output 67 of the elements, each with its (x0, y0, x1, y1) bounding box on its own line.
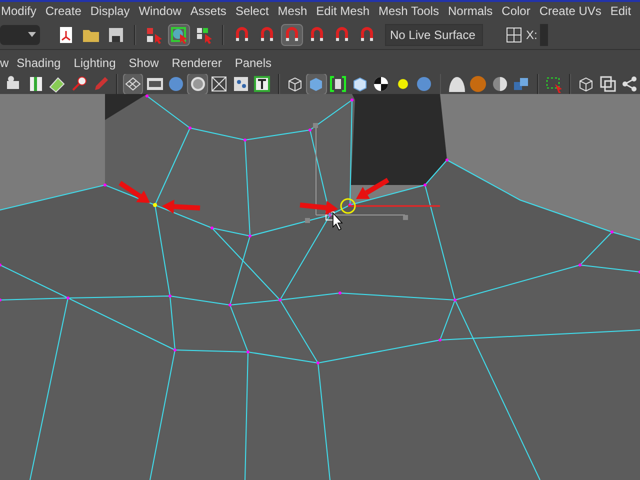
menu-item[interactable]: Edit (606, 2, 636, 20)
menu-item[interactable]: Mesh (273, 2, 312, 20)
hierarchy-icon (145, 26, 163, 44)
checker-ball-icon (372, 75, 390, 93)
tool-button[interactable] (122, 74, 144, 94)
sphere-icon (167, 75, 186, 93)
pointer-arrow (118, 180, 150, 203)
film-icon (146, 75, 164, 93)
tool-button[interactable] (328, 74, 348, 94)
dome-icon (448, 75, 466, 93)
panel-menu-item[interactable]: Shading (16, 54, 74, 72)
cube-outline-icon (577, 75, 596, 93)
menu-item[interactable]: Modify (0, 2, 41, 20)
pointer-arrow (162, 200, 200, 214)
tool-button[interactable] (281, 24, 303, 46)
component-select-icon (195, 26, 213, 44)
menu-item[interactable]: Create (40, 2, 86, 20)
coordinate-field[interactable] (540, 24, 548, 46)
wand-icon (70, 75, 88, 93)
panel-menu-item[interactable]: w (0, 54, 17, 72)
tool-button[interactable] (446, 74, 468, 94)
save-icon (107, 26, 125, 44)
caret-icon (28, 32, 36, 37)
text-tool-icon (253, 75, 272, 93)
menu-item[interactable]: Normals (443, 2, 498, 20)
texture-icon (232, 75, 250, 93)
cube-outline-icon (286, 75, 304, 93)
menu-item[interactable]: Select (230, 2, 274, 20)
magnet-icon (283, 26, 301, 44)
marquee-select-icon (544, 75, 563, 93)
cubes-icon (512, 75, 530, 93)
wireframe-box-icon (210, 75, 228, 93)
snap-icon (505, 26, 523, 44)
menu-item[interactable]: Create UVs (534, 2, 606, 20)
menu-item[interactable]: Edit Mesh (312, 2, 374, 20)
nodes-icon (620, 75, 639, 93)
copy-icon (598, 75, 617, 93)
tool-button[interactable] (252, 74, 273, 94)
menu-item[interactable]: Mesh Tools (374, 2, 444, 20)
panel-menu-item[interactable]: Renderer (172, 54, 235, 72)
cursor-icon (332, 212, 343, 231)
magnet-icon (258, 26, 276, 44)
tool-button[interactable] (598, 74, 618, 94)
ball-icon (469, 75, 488, 93)
document-icon (57, 26, 75, 44)
bracket-icon (329, 75, 347, 93)
menu-item[interactable]: Display (86, 2, 134, 20)
object-select-icon (170, 26, 188, 44)
magnet-icon (358, 26, 376, 44)
panel-menu-item[interactable]: Panels (234, 54, 285, 72)
grid-icon (124, 75, 142, 93)
sphere-icon (415, 75, 434, 93)
x-label: X: (526, 26, 538, 44)
magnet-icon (333, 26, 351, 44)
pointer-arrow (356, 178, 390, 199)
dropdown[interactable] (0, 24, 40, 44)
menu-item[interactable]: Window (134, 2, 186, 20)
pointer-arrow (300, 200, 338, 215)
magnet-icon (308, 26, 326, 44)
circle-icon (188, 75, 207, 93)
menu-item[interactable]: Assets (186, 2, 231, 20)
menu-item[interactable]: Color (497, 2, 535, 20)
live-surface-field[interactable]: No Live Surface (385, 24, 483, 46)
panel-menu-item[interactable]: Show (128, 54, 172, 72)
magnet-icon (233, 26, 251, 44)
half-circle-icon (490, 75, 509, 93)
panel-menu-item[interactable]: Lighting (74, 54, 129, 72)
